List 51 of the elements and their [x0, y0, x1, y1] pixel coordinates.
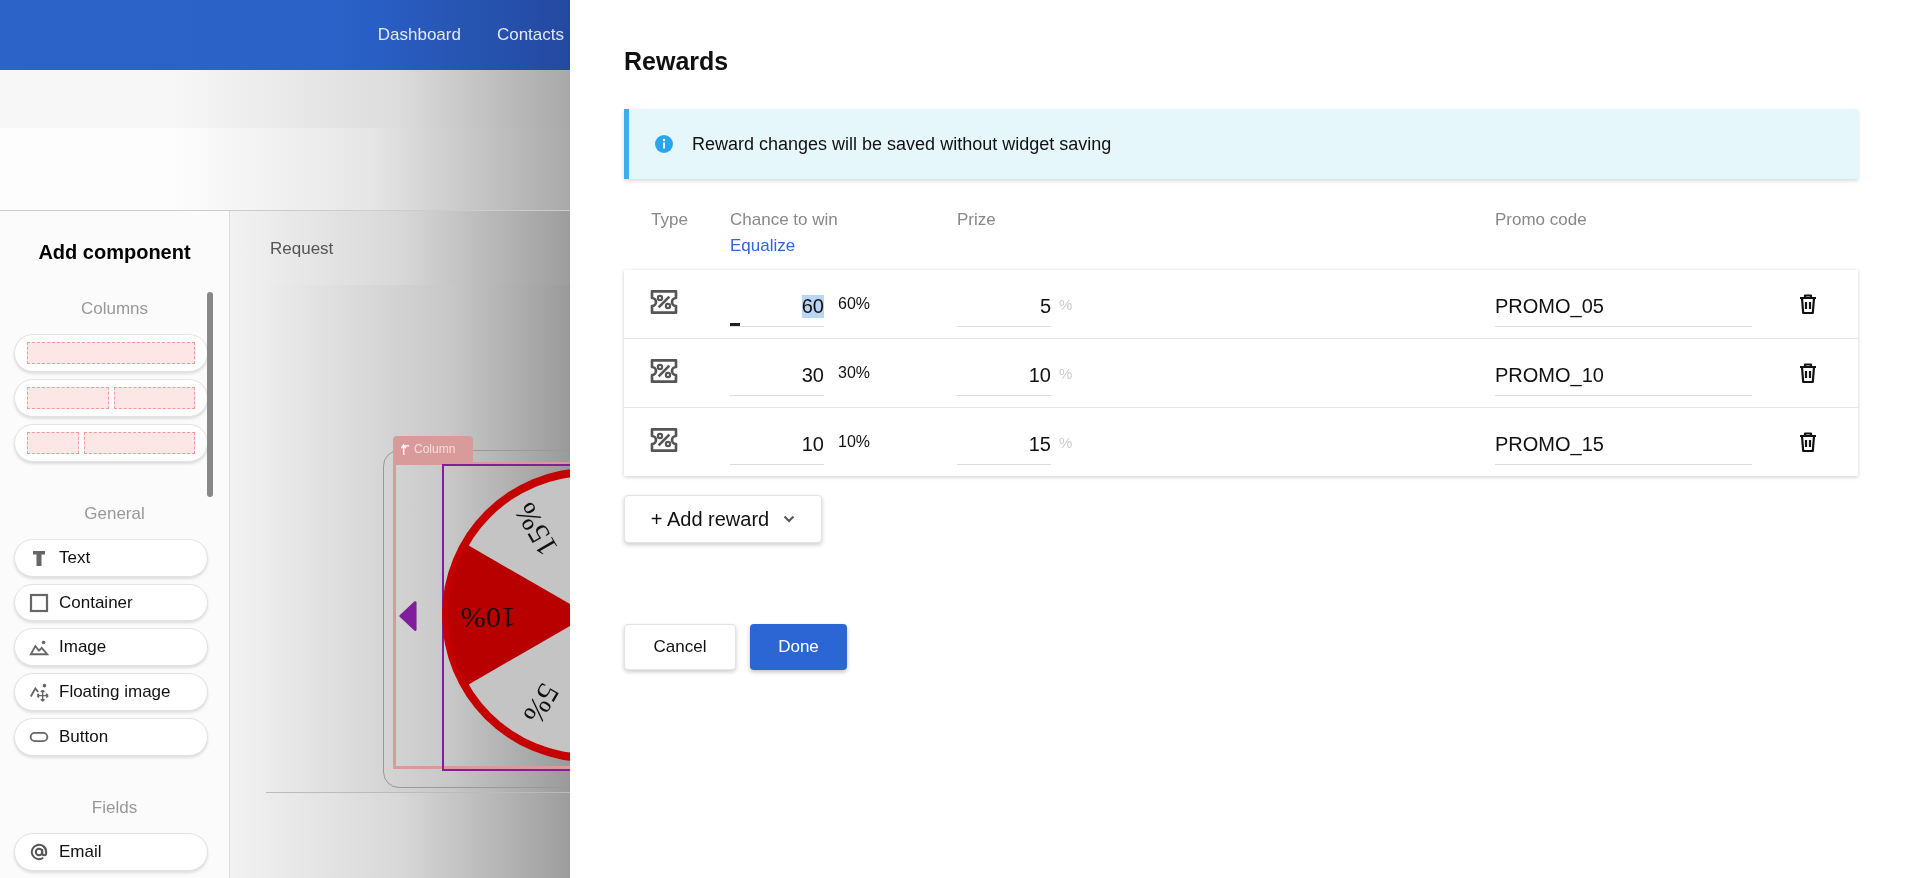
promo-code-input[interactable]: PROMO_05 — [1495, 287, 1752, 327]
tag-label: Column — [414, 442, 456, 456]
chance-percent: 10% — [838, 433, 871, 451]
chevron-down-icon — [783, 515, 796, 523]
component-item[interactable]: Floating image — [14, 673, 208, 712]
unit-label: % — [1059, 295, 1073, 313]
promo-code-input[interactable]: PROMO_15 — [1495, 425, 1752, 465]
nav-link[interactable]: Dashboard — [377, 25, 461, 45]
chance-input[interactable]: 30 — [730, 356, 824, 396]
floating-image-icon — [29, 682, 49, 703]
wheel-label: 10% — [460, 601, 516, 636]
column-header: Type — [651, 210, 688, 229]
component-item[interactable]: Email — [14, 833, 208, 871]
info-message: Reward changes will be saved without widget saving — [692, 133, 1112, 155]
add-reward-button[interactable]: + Add reward — [624, 495, 822, 543]
chance-input[interactable]: 10 — [730, 425, 824, 465]
nav-link[interactable]: Contacts — [496, 25, 564, 45]
pointer-icon — [399, 599, 417, 632]
chance-percent: 30% — [838, 364, 871, 382]
prize-input[interactable]: 5 — [957, 287, 1051, 327]
prize-input[interactable]: 15 — [957, 425, 1051, 465]
unit-label: % — [1059, 364, 1073, 382]
section-heading: General — [84, 503, 145, 524]
page-title: Request — [270, 239, 335, 259]
at-sign-icon — [29, 842, 49, 863]
column-layout-item[interactable] — [14, 423, 208, 462]
dialog-title: Rewards — [624, 47, 729, 76]
column-header: Chance to win — [730, 210, 839, 230]
unit-label: % — [1059, 433, 1073, 451]
section-heading: Columns — [80, 299, 149, 319]
square-icon — [29, 592, 49, 613]
arrow-up-icon — [401, 442, 410, 456]
wheel-label: 5% — [516, 677, 567, 730]
column-header: Prize — [957, 210, 996, 229]
component-item[interactable]: Button — [14, 718, 208, 757]
component-item[interactable]: Image — [14, 628, 208, 667]
done-button[interactable]: Done — [750, 624, 847, 670]
component-item[interactable]: Container — [14, 583, 208, 622]
scrollbar[interactable] — [207, 292, 213, 497]
column-header: Promo code — [1495, 210, 1587, 229]
cancel-button[interactable]: Cancel — [624, 624, 736, 670]
column-layout-item[interactable] — [14, 334, 208, 372]
column-layout-item[interactable] — [14, 378, 208, 417]
section-heading: Fields — [91, 798, 138, 819]
chance-percent: 60% — [838, 295, 871, 313]
sidebar-title: Add component — [38, 241, 191, 264]
component-item[interactable]: Text — [14, 538, 208, 577]
equalize-link[interactable]: Equalize — [730, 236, 957, 256]
prize-input[interactable]: 10 — [957, 356, 1051, 396]
promo-code-input[interactable]: PROMO_10 — [1495, 356, 1752, 396]
info-icon — [654, 134, 674, 154]
